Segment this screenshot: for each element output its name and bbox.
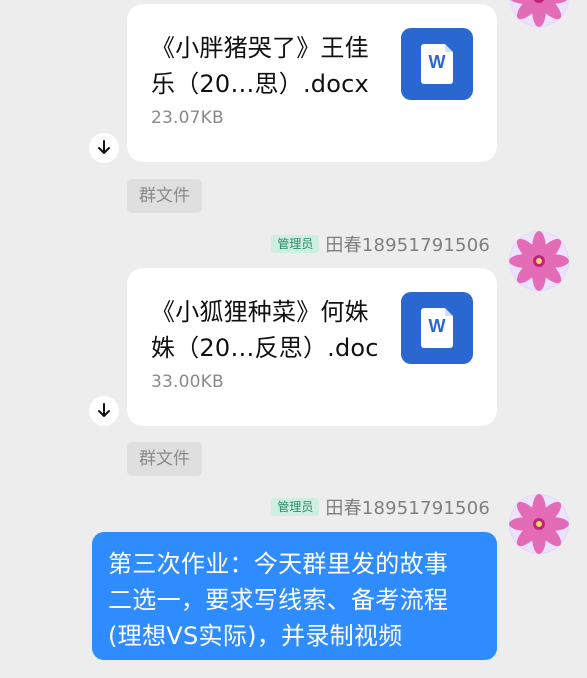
role-badge: 管理员 [271, 235, 320, 253]
group-file-tag: 群文件 [127, 442, 202, 476]
file-name-line: 姝（20…反思）.doc [151, 334, 379, 362]
file-name-line: 《小胖猪哭了》王佳 [151, 34, 369, 62]
file-name-line: 《小狐狸种菜》何姝 [151, 298, 369, 326]
flower-avatar-icon [509, 0, 569, 27]
message-text-line: 二选一，要求写线索、备考流程 [108, 586, 449, 614]
download-arrow-icon [98, 403, 110, 417]
word-doc-icon: W [401, 28, 473, 100]
word-doc-icon: W [401, 292, 473, 364]
message-bubble[interactable]: 第三次作业：今天群里发的故事 二选一，要求写线索、备考流程 (理想VS实际)，并… [92, 532, 497, 660]
avatar[interactable] [509, 231, 569, 291]
sender-line: 管理员 田春18951791506 [271, 494, 490, 520]
file-card[interactable]: 《小胖猪哭了》王佳 乐（20…思）.docx 23.07KB W [127, 4, 497, 162]
file-card[interactable]: 《小狐狸种菜》何姝 姝（20…反思）.doc 33.00KB W [127, 268, 497, 426]
file-size: 23.07KB [151, 108, 224, 128]
file-size: 33.00KB [151, 372, 224, 392]
sender-name: 田春18951791506 [325, 498, 490, 519]
flower-avatar-icon [509, 231, 569, 291]
download-button[interactable] [89, 133, 119, 163]
flower-avatar-icon [509, 494, 569, 554]
file-name-line: 乐（20…思）.docx [151, 70, 369, 98]
avatar[interactable] [509, 494, 569, 554]
message-text-line: 第三次作业：今天群里发的故事 [108, 550, 449, 578]
sender-line: 管理员 田春18951791506 [271, 231, 490, 257]
sender-name: 田春18951791506 [325, 235, 490, 256]
message-text-line: (理想VS实际)，并录制视频 [108, 622, 403, 650]
avatar[interactable] [509, 0, 569, 27]
file-name: 《小胖猪哭了》王佳 乐（20…思）.docx [151, 30, 391, 102]
download-button[interactable] [89, 396, 119, 426]
file-name: 《小狐狸种菜》何姝 姝（20…反思）.doc [151, 294, 391, 366]
download-arrow-icon [98, 140, 110, 154]
role-badge: 管理员 [271, 498, 320, 516]
group-file-tag: 群文件 [127, 179, 202, 213]
